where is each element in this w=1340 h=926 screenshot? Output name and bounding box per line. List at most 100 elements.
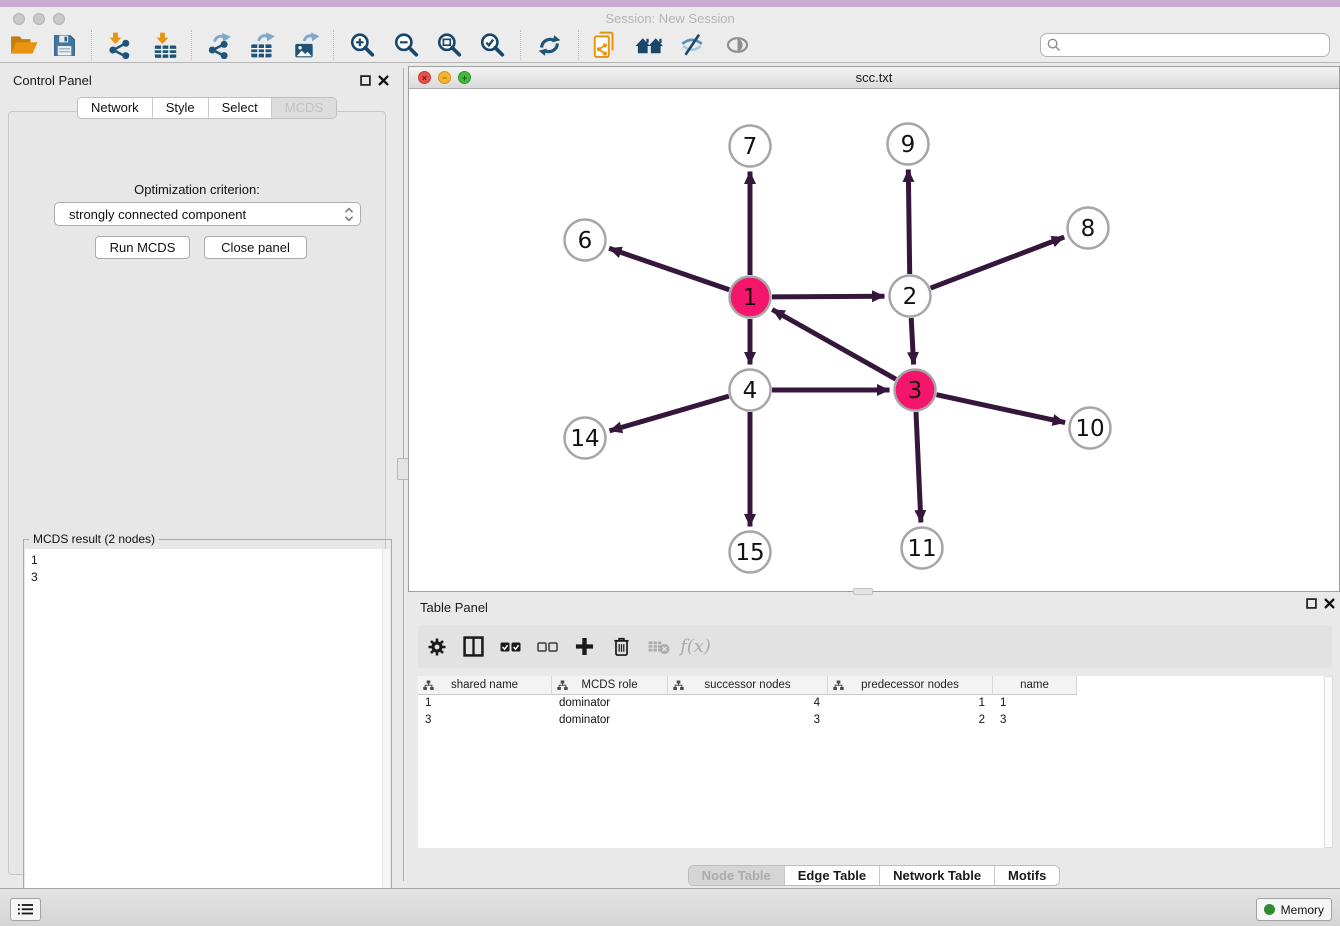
select-all-button[interactable] [492,640,529,654]
graph-edge-1-2[interactable] [772,296,885,297]
table-row[interactable]: 3dominator323 [418,712,1324,729]
gear-icon [427,637,447,657]
table-row[interactable]: 1dominator411 [418,695,1324,712]
clone-network-button[interactable] [588,29,622,61]
first-neighbors-button[interactable] [632,29,666,61]
cell-name[interactable]: 1 [993,695,1077,712]
cell-successor-nodes[interactable]: 3 [668,712,828,729]
show-columns-button[interactable] [455,636,492,657]
graph-node-10[interactable]: 10 [1070,408,1111,449]
open-folder-icon [10,33,38,57]
cell-predecessor-nodes[interactable]: 2 [828,712,993,729]
memory-status-icon [1264,904,1275,915]
zoom-in-button[interactable] [345,29,379,61]
search-input[interactable] [1065,38,1323,52]
close-panel-button-mcds[interactable]: Close panel [204,236,307,259]
table-panel-title: Table Panel [420,600,488,615]
columns-icon [463,636,484,657]
export-network-button[interactable] [201,29,235,61]
graph-edge-1-6[interactable] [609,248,729,289]
criterion-value: strongly connected component [69,207,344,222]
delete-row-button[interactable] [603,636,640,657]
mcds-panel: Optimization criterion: strongly connect… [8,111,386,875]
column-header-predecessor-nodes[interactable]: predecessor nodes [828,676,993,695]
cell-name[interactable]: 3 [993,712,1077,729]
homes-icon [635,33,664,58]
save-session-button[interactable] [47,29,81,61]
task-history-button[interactable] [10,898,41,921]
export-network-icon [205,32,232,59]
zoom-fit-button[interactable] [432,29,466,61]
horizontal-splitter-grip[interactable] [853,588,873,595]
graph-edge-4-14[interactable] [610,396,729,431]
graph-node-4[interactable]: 4 [730,370,771,411]
graph-edge-2-3[interactable] [911,318,913,365]
table-scrollbar[interactable] [1324,676,1333,848]
graph-node-8[interactable]: 8 [1068,208,1109,249]
tab-mcds[interactable]: MCDS [271,98,336,118]
network-canvas[interactable]: 7 9 6 8 1 2 4 3 14 10 15 11 [409,89,1339,591]
export-table-button[interactable] [245,29,279,61]
import-network-button[interactable] [101,29,135,61]
graph-node-3[interactable]: 3 [895,370,936,411]
refresh-button[interactable] [532,29,566,61]
show-hidden-button[interactable] [720,29,754,61]
search-field[interactable] [1040,33,1330,57]
tab-node-table[interactable]: Node Table [689,866,784,885]
delete-table-button[interactable] [640,639,677,655]
graph-edge-2-8[interactable] [931,237,1065,288]
deselect-all-button[interactable] [529,640,566,654]
graph-node-6[interactable]: 6 [565,220,606,261]
graph-node-15[interactable]: 15 [730,532,771,573]
graph-node-14[interactable]: 14 [565,418,606,459]
delete-table-icon [648,639,670,655]
cell-shared-name[interactable]: 1 [418,695,552,712]
svg-text:4: 4 [743,378,758,404]
export-image-button[interactable] [289,29,323,61]
checked-boxes-icon [500,640,521,654]
float-panel-button[interactable] [359,74,372,87]
close-table-panel-button[interactable] [1323,597,1336,610]
table-settings-button[interactable] [418,637,455,657]
cell-MCDS-role[interactable]: dominator [552,695,668,712]
zoom-out-button[interactable] [389,29,423,61]
column-header-successor-nodes[interactable]: successor nodes [668,676,828,695]
column-header-name[interactable]: name [993,676,1077,695]
graph-node-9[interactable]: 9 [888,124,929,165]
graph-edge-2-9[interactable] [908,170,909,275]
memory-button[interactable]: Memory [1256,898,1332,921]
graph-edge-3-11[interactable] [916,412,921,523]
close-panel-button[interactable] [377,74,390,87]
run-mcds-button[interactable]: Run MCDS [95,236,190,259]
control-panel-header: Control Panel [0,68,394,94]
mcds-result-list[interactable]: 13 [25,549,384,915]
open-file-button[interactable] [7,29,41,61]
cell-successor-nodes[interactable]: 4 [668,695,828,712]
column-header-shared-name[interactable]: shared name [418,676,552,695]
import-table-button[interactable] [148,29,182,61]
graph-node-2[interactable]: 2 [890,276,931,317]
graph-edge-3-1[interactable] [772,310,896,380]
add-row-button[interactable] [566,637,603,656]
cell-predecessor-nodes[interactable]: 1 [828,695,993,712]
graph-node-7[interactable]: 7 [730,126,771,167]
graph-edge-3-10[interactable] [937,395,1066,423]
function-builder-button[interactable]: f(x) [677,636,714,657]
tab-network[interactable]: Network [78,98,152,118]
float-table-panel-button[interactable] [1305,597,1318,610]
zoom-selected-button[interactable] [475,29,509,61]
tab-style[interactable]: Style [152,98,208,118]
graph-node-1[interactable]: 1 [730,277,771,318]
tab-edge-table[interactable]: Edge Table [784,866,879,885]
tab-select[interactable]: Select [208,98,271,118]
tab-network-table[interactable]: Network Table [879,866,994,885]
hide-selected-button[interactable] [675,29,709,61]
column-header-MCDS-role[interactable]: MCDS role [552,676,668,695]
criterion-dropdown[interactable]: strongly connected component [54,202,361,226]
cell-shared-name[interactable]: 3 [418,712,552,729]
graph-node-11[interactable]: 11 [902,528,943,569]
cell-MCDS-role[interactable]: dominator [552,712,668,729]
result-scrollbar[interactable] [382,549,390,915]
tab-motifs[interactable]: Motifs [994,866,1059,885]
table-panel: Table Panel [408,595,1340,888]
